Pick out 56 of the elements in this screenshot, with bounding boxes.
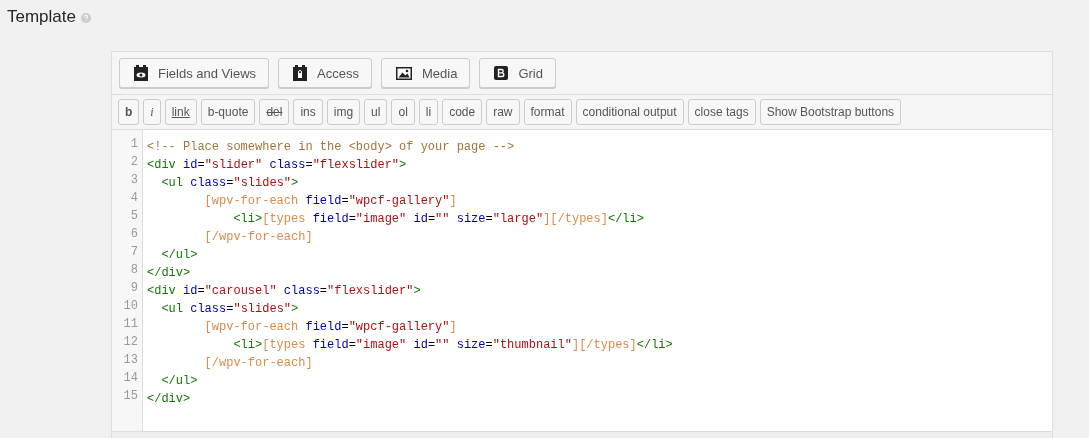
quicktag-button[interactable]: b-quote: [200, 99, 256, 125]
code-line: <li>[types field="image" id="" size="thumbnail"][/types]</li>: [232, 338, 673, 352]
line-number: 4: [129, 190, 139, 207]
quicktag-button[interactable]: ol: [391, 99, 415, 125]
code-line: [/wpv-for-each]: [203, 230, 313, 244]
code-line: <div id="slider" class="flexslider">: [147, 158, 407, 172]
quicktag-button[interactable]: conditional output: [575, 99, 684, 125]
quicktag-button[interactable]: i: [143, 99, 161, 125]
quicktag-button[interactable]: ins: [293, 99, 323, 125]
letter-b-icon: [494, 66, 509, 80]
quicktag-button[interactable]: img: [326, 99, 361, 125]
quicktag-button[interactable]: raw: [486, 99, 520, 125]
calendar-eye-icon: [134, 65, 148, 81]
quicktag-button[interactable]: Show Bootstrap buttons: [759, 99, 902, 125]
line-number: 10: [122, 298, 139, 315]
quicktag-button[interactable]: code: [442, 99, 483, 125]
quicktag-button[interactable]: del: [259, 99, 290, 125]
line-number: 5: [129, 208, 139, 225]
quicktag-button[interactable]: b: [118, 99, 140, 125]
quicktag-button[interactable]: li: [418, 99, 439, 125]
toolbar-button[interactable]: Fields and Views: [119, 58, 270, 88]
code-line: <!-- Place somewhere in the <body> of your page -->: [147, 140, 515, 154]
code-line: <ul class="slides">: [160, 176, 299, 190]
toolbar-button[interactable]: Access: [278, 58, 372, 88]
quicktag-button[interactable]: ul: [364, 99, 388, 125]
line-number: 9: [129, 280, 139, 297]
code-line: </ul>: [160, 374, 198, 388]
line-number: 12: [122, 334, 139, 351]
code-line: </div>: [147, 266, 191, 280]
image-icon: [395, 66, 412, 80]
quicktag-button[interactable]: close tags: [687, 99, 756, 125]
line-number: 3: [129, 172, 139, 189]
section-title: Template: [7, 7, 76, 27]
line-number: 15: [122, 388, 139, 405]
line-number: 6: [129, 226, 139, 243]
code-line: [wpv-for-each field="wpcf-gallery"]: [203, 320, 457, 334]
code-line: </ul>: [160, 248, 198, 262]
line-number: 13: [122, 352, 139, 369]
code-line: <div id="carousel" class="flexslider">: [147, 284, 421, 298]
toolbar-button[interactable]: Grid: [479, 58, 556, 88]
code-line: <li>[types field="image" id="" size="large"][/types]</li>: [232, 212, 644, 226]
line-number: 1: [129, 136, 139, 153]
line-number: 11: [122, 316, 139, 333]
code-line: [wpv-for-each field="wpcf-gallery"]: [203, 194, 457, 208]
code-line: [/wpv-for-each]: [203, 356, 313, 370]
quicktag-button[interactable]: link: [164, 99, 197, 125]
code-line: </div>: [147, 392, 191, 406]
line-number: 14: [122, 370, 139, 387]
code-line: <ul class="slides">: [160, 302, 299, 316]
padlock-icon: [293, 65, 308, 81]
quicktag-button[interactable]: format: [523, 99, 572, 125]
line-number: 8: [129, 262, 139, 279]
line-number: 7: [129, 244, 139, 261]
toolbar-button[interactable]: Media: [380, 58, 471, 88]
help-icon[interactable]: [81, 13, 91, 23]
line-number: 2: [129, 154, 139, 171]
